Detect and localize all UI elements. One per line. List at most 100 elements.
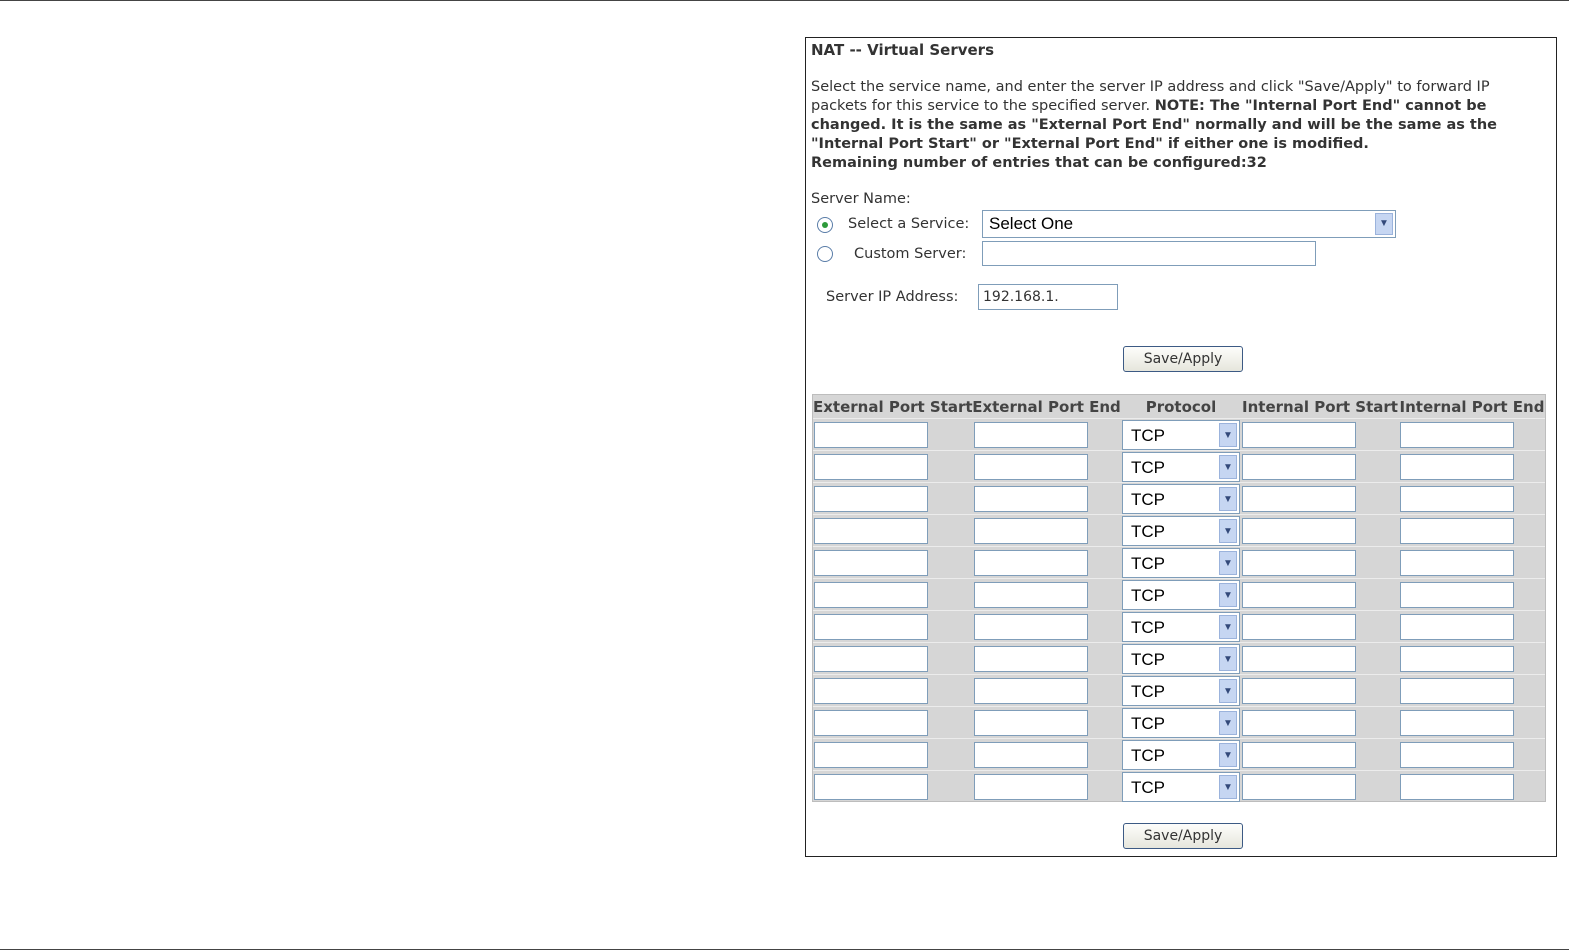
internal-port-end-input[interactable] [1400, 486, 1514, 512]
external-port-start-input[interactable] [814, 454, 928, 480]
external-port-end-input[interactable] [974, 678, 1088, 704]
custom-server-radio-icon[interactable] [817, 246, 833, 262]
protocol-value: TCP [1131, 458, 1165, 477]
header-external-port-end: External Port End [972, 398, 1121, 416]
chevron-down-icon[interactable]: ▼ [1219, 679, 1237, 703]
protocol-value: TCP [1131, 618, 1165, 637]
external-port-start-input[interactable] [814, 742, 928, 768]
protocol-select[interactable]: TCP ▼ [1122, 548, 1240, 578]
chevron-down-icon[interactable]: ▼ [1219, 487, 1237, 511]
internal-port-start-input[interactable] [1242, 486, 1356, 512]
external-port-end-input[interactable] [974, 774, 1088, 800]
external-port-end-input[interactable] [974, 454, 1088, 480]
protocol-value: TCP [1131, 554, 1165, 573]
table-row: TCP ▼ [813, 514, 1545, 547]
custom-server-input[interactable] [982, 241, 1316, 266]
internal-port-end-input[interactable] [1400, 742, 1514, 768]
select-service-dropdown[interactable]: Select One ▼ [982, 210, 1396, 238]
external-port-start-input[interactable] [814, 710, 928, 736]
chevron-down-icon[interactable]: ▼ [1219, 711, 1237, 735]
chevron-down-icon[interactable]: ▼ [1219, 615, 1237, 639]
internal-port-end-input[interactable] [1400, 678, 1514, 704]
protocol-select[interactable]: TCP ▼ [1122, 452, 1240, 482]
protocol-value: TCP [1131, 682, 1165, 701]
internal-port-start-input[interactable] [1242, 422, 1356, 448]
server-ip-input[interactable]: 192.168.1. [978, 284, 1118, 310]
internal-port-start-input[interactable] [1242, 582, 1356, 608]
protocol-value: TCP [1131, 714, 1165, 733]
internal-port-start-input[interactable] [1242, 742, 1356, 768]
protocol-value: TCP [1131, 426, 1165, 445]
table-row: TCP ▼ [813, 450, 1545, 483]
chevron-down-icon[interactable]: ▼ [1219, 455, 1237, 479]
select-service-label: Select a Service: [848, 216, 970, 232]
internal-port-start-input[interactable] [1242, 518, 1356, 544]
chevron-down-icon[interactable]: ▼ [1219, 551, 1237, 575]
save-apply-button-top[interactable]: Save/Apply [1123, 346, 1243, 372]
internal-port-start-input[interactable] [1242, 774, 1356, 800]
protocol-select[interactable]: TCP ▼ [1122, 708, 1240, 738]
table-row: TCP ▼ [813, 642, 1545, 675]
external-port-end-input[interactable] [974, 486, 1088, 512]
internal-port-end-input[interactable] [1400, 454, 1514, 480]
external-port-start-input[interactable] [814, 774, 928, 800]
table-row: TCP ▼ [813, 674, 1545, 707]
select-service-value: Select One [989, 214, 1074, 233]
internal-port-start-input[interactable] [1242, 710, 1356, 736]
external-port-end-input[interactable] [974, 582, 1088, 608]
internal-port-start-input[interactable] [1242, 678, 1356, 704]
table-row: TCP ▼ [813, 706, 1545, 739]
external-port-start-input[interactable] [814, 614, 928, 640]
internal-port-end-input[interactable] [1400, 422, 1514, 448]
external-port-end-input[interactable] [974, 646, 1088, 672]
header-external-port-start: External Port Start [813, 398, 973, 416]
select-service-radio-icon[interactable] [817, 217, 833, 233]
protocol-value: TCP [1131, 522, 1165, 541]
protocol-select[interactable]: TCP ▼ [1122, 772, 1240, 802]
external-port-end-input[interactable] [974, 550, 1088, 576]
internal-port-end-input[interactable] [1400, 582, 1514, 608]
chevron-down-icon[interactable]: ▼ [1219, 775, 1237, 799]
internal-port-end-input[interactable] [1400, 646, 1514, 672]
protocol-select[interactable]: TCP ▼ [1122, 740, 1240, 770]
external-port-end-input[interactable] [974, 422, 1088, 448]
internal-port-end-input[interactable] [1400, 710, 1514, 736]
chevron-down-icon[interactable]: ▼ [1219, 583, 1237, 607]
table-row: TCP ▼ [813, 610, 1545, 643]
chevron-down-icon[interactable]: ▼ [1219, 743, 1237, 767]
protocol-select[interactable]: TCP ▼ [1122, 420, 1240, 450]
protocol-select[interactable]: TCP ▼ [1122, 580, 1240, 610]
internal-port-start-input[interactable] [1242, 614, 1356, 640]
save-apply-button-bottom[interactable]: Save/Apply [1123, 823, 1243, 849]
header-protocol: Protocol [1145, 398, 1217, 416]
server-name-label: Server Name: [811, 191, 911, 207]
chevron-down-icon[interactable]: ▼ [1219, 423, 1237, 447]
chevron-down-icon[interactable]: ▼ [1375, 213, 1393, 235]
internal-port-start-input[interactable] [1242, 454, 1356, 480]
internal-port-start-input[interactable] [1242, 646, 1356, 672]
external-port-end-input[interactable] [974, 710, 1088, 736]
internal-port-end-input[interactable] [1400, 550, 1514, 576]
internal-port-end-input[interactable] [1400, 518, 1514, 544]
external-port-start-input[interactable] [814, 550, 928, 576]
remaining-entries: Remaining number of entries that can be … [811, 155, 1267, 171]
protocol-select[interactable]: TCP ▼ [1122, 484, 1240, 514]
external-port-start-input[interactable] [814, 646, 928, 672]
chevron-down-icon[interactable]: ▼ [1219, 519, 1237, 543]
external-port-start-input[interactable] [814, 486, 928, 512]
protocol-select[interactable]: TCP ▼ [1122, 612, 1240, 642]
protocol-select[interactable]: TCP ▼ [1122, 516, 1240, 546]
internal-port-end-input[interactable] [1400, 774, 1514, 800]
protocol-select[interactable]: TCP ▼ [1122, 644, 1240, 674]
external-port-start-input[interactable] [814, 582, 928, 608]
chevron-down-icon[interactable]: ▼ [1219, 647, 1237, 671]
external-port-start-input[interactable] [814, 678, 928, 704]
protocol-select[interactable]: TCP ▼ [1122, 676, 1240, 706]
internal-port-start-input[interactable] [1242, 550, 1356, 576]
internal-port-end-input[interactable] [1400, 614, 1514, 640]
external-port-end-input[interactable] [974, 614, 1088, 640]
external-port-end-input[interactable] [974, 742, 1088, 768]
external-port-start-input[interactable] [814, 518, 928, 544]
external-port-start-input[interactable] [814, 422, 928, 448]
external-port-end-input[interactable] [974, 518, 1088, 544]
